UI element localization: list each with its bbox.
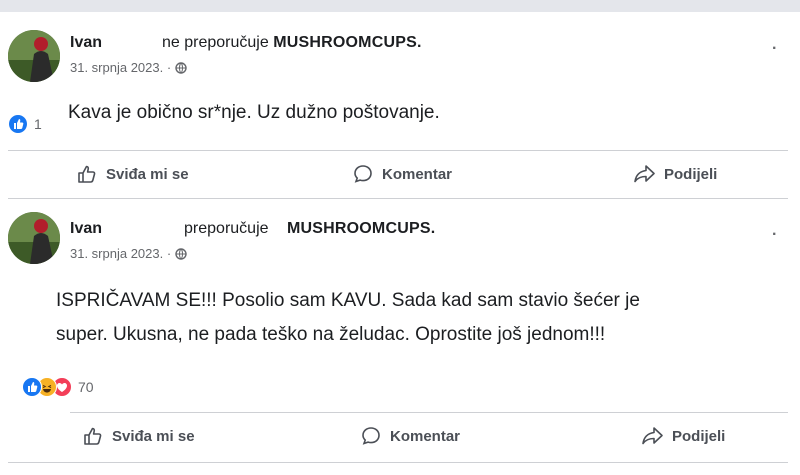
like-button[interactable]: Sviđa mi se (82, 425, 195, 447)
like-icon (8, 114, 28, 134)
like-label: Sviđa mi se (106, 165, 189, 183)
divider (8, 150, 788, 151)
divider (8, 198, 788, 199)
post-text-line: ISPRIČAVAM SE!!! Posolio sam KAVU. Sada … (56, 290, 640, 311)
share-button[interactable]: Podijeli (632, 163, 717, 185)
share-button[interactable]: Podijeli (640, 425, 725, 447)
globe-icon (175, 247, 187, 260)
post-date[interactable]: 31. srpnja 2023. · (70, 246, 171, 261)
post-meta: 31. srpnja 2023. · (70, 246, 187, 261)
like-label: Sviđa mi se (112, 427, 195, 445)
share-label: Podijeli (672, 427, 726, 445)
reaction-count: 1 (34, 116, 42, 132)
divider (8, 462, 788, 463)
comment-button[interactable]: Komentar (352, 163, 452, 185)
avatar[interactable] (8, 30, 60, 82)
share-label: Podijeli (664, 165, 718, 183)
more-options-button[interactable]: · (772, 226, 777, 244)
avatar[interactable] (8, 212, 60, 264)
like-icon (22, 377, 42, 397)
page-name[interactable]: MUSHROOMCUPS. (273, 34, 421, 51)
reaction-count: 70 (78, 379, 94, 395)
page-name[interactable]: MUSHROOMCUPS. (287, 220, 435, 237)
like-button[interactable]: Sviđa mi se (76, 163, 189, 185)
reactions-summary[interactable]: 70 (22, 377, 94, 397)
divider (70, 412, 788, 413)
post-header: Ivan preporučuje MUSHROOMCUPS. (70, 220, 435, 238)
comment-icon (354, 165, 372, 183)
thumbs-up-icon (84, 427, 102, 445)
share-icon (642, 427, 663, 445)
post-meta: 31. srpnja 2023. · (70, 60, 187, 75)
reactions-summary[interactable]: 1 (8, 114, 42, 134)
post-text-line: Kava je obično sr*nje. Uz dužno poštovan… (68, 102, 440, 123)
post-text: Kava je obično sr*nje. Uz dužno poštovan… (68, 96, 440, 130)
post-date[interactable]: 31. srpnja 2023. · (70, 60, 171, 75)
comment-button[interactable]: Komentar (360, 425, 460, 447)
top-bar (0, 0, 800, 12)
comment-label: Komentar (382, 165, 453, 183)
more-options-button[interactable]: · (772, 40, 777, 58)
share-icon (634, 165, 655, 183)
author-name[interactable]: Ivan (70, 34, 102, 51)
globe-icon (175, 61, 187, 74)
recommend-verb: ne preporučuje (162, 34, 269, 51)
post-text-line: super. Ukusna, ne pada teško na želudac.… (56, 324, 606, 345)
comment-icon (362, 427, 380, 445)
post-text: ISPRIČAVAM SE!!! Posolio sam KAVU. Sada … (56, 284, 640, 352)
post-header: Ivan ne preporučuje MUSHROOMCUPS. (70, 34, 422, 52)
author-name[interactable]: Ivan (70, 220, 102, 237)
comment-label: Komentar (390, 427, 461, 445)
thumbs-up-icon (78, 165, 96, 183)
recommend-verb: preporučuje (184, 220, 269, 237)
